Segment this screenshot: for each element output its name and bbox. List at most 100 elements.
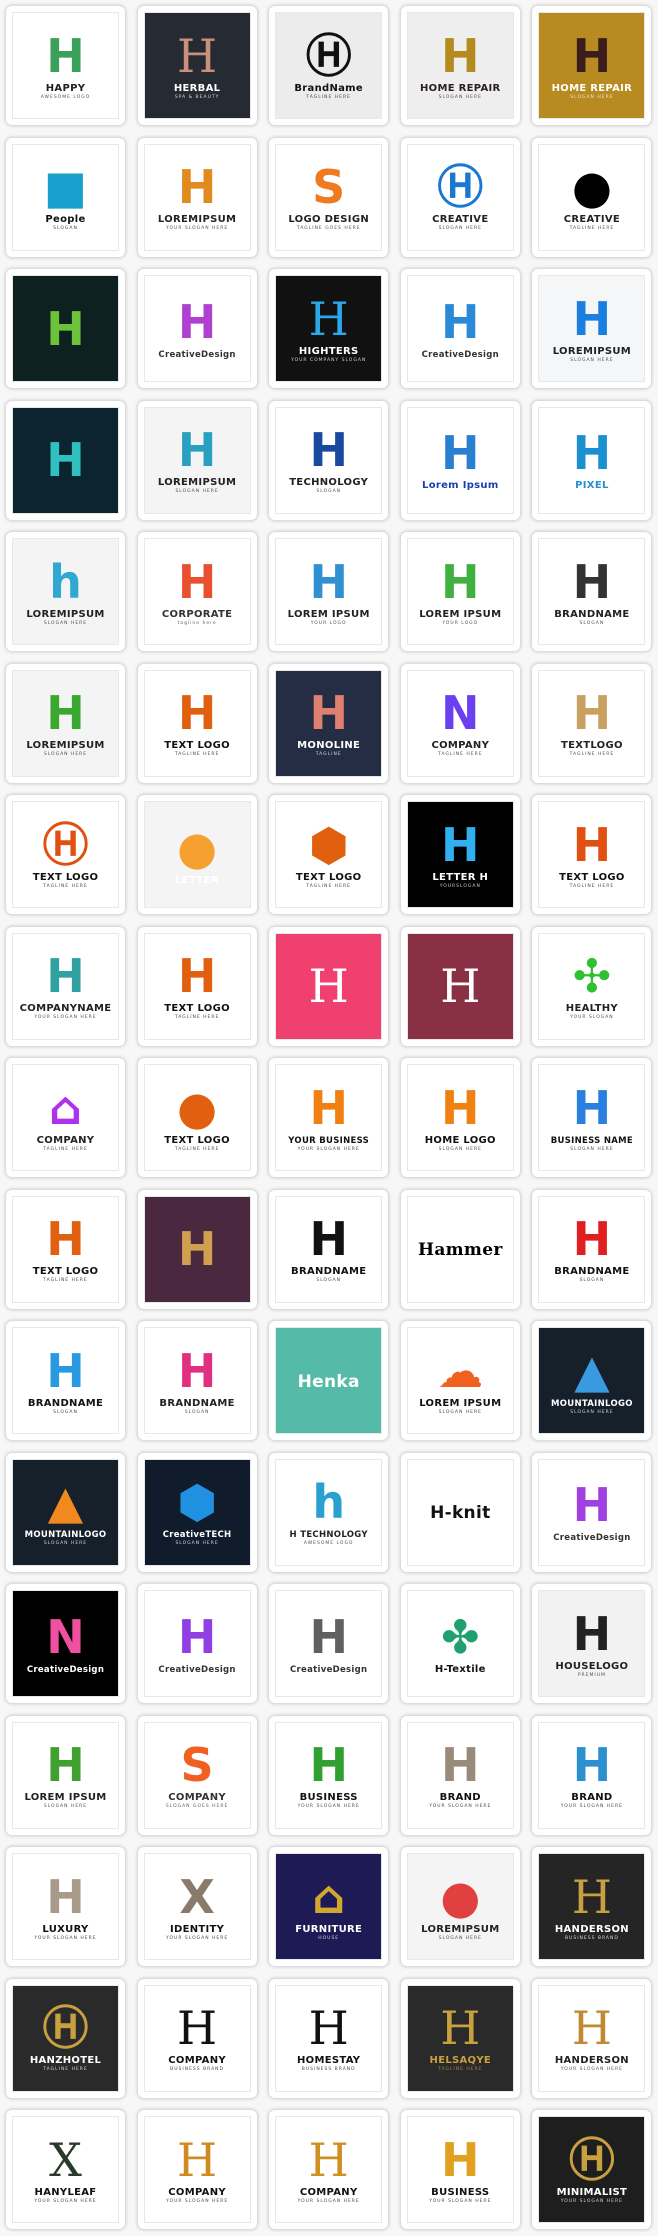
logo-tagline: SLOGAN bbox=[316, 489, 342, 494]
logo-card[interactable]: H LOREM IPSUM YOUR LOGO bbox=[400, 532, 520, 651]
logo-card[interactable]: H LOREMIPSUM SLOGAN HERE bbox=[6, 663, 125, 783]
logo-card[interactable]: H TEXT LOGO TAGLINE HERE bbox=[532, 795, 652, 914]
logo-card[interactable]: H BRANDNAME SLOGAN bbox=[6, 1321, 125, 1440]
logo-card[interactable]: H bbox=[6, 400, 125, 520]
logo-card[interactable]: Ⓗ MINIMALIST YOUR SLOGAN HERE bbox=[532, 2110, 652, 2229]
logo-card[interactable]: H TECHNOLOGY SLOGAN bbox=[269, 400, 389, 520]
logo-card[interactable]: H BRANDNAME SLOGAN bbox=[532, 532, 652, 651]
logo-tagline: BUSINESS BRAND bbox=[301, 2067, 356, 2072]
logo-card[interactable]: H HAPPY AWESOME LOGO bbox=[6, 6, 125, 125]
logo-mark-icon: H bbox=[309, 554, 348, 609]
logo-card[interactable]: H HOME LOGO SLOGAN HERE bbox=[400, 1058, 520, 1177]
logo-card[interactable]: H COMPANY YOUR SLOGAN HERE bbox=[137, 2110, 257, 2229]
logo-card[interactable]: H BUSINESS YOUR SLOGAN HERE bbox=[269, 1715, 389, 1835]
logo-card[interactable]: H LOREMIPSUM SLOGAN HERE bbox=[532, 269, 652, 388]
logo-card[interactable]: H LOREM IPSUM YOUR LOGO bbox=[269, 532, 389, 651]
logo-card[interactable]: ⬢ TEXT LOGO TAGLINE HERE bbox=[269, 795, 389, 914]
logo-card[interactable]: hH TECHNOLOGY AWESOME LOGO bbox=[269, 1452, 389, 1572]
logo-card[interactable]: H HANDERSON BUSINESS BRAND bbox=[532, 1847, 652, 1966]
logo-card[interactable]: ⌂ COMPANY TAGLINE HERE bbox=[6, 1058, 125, 1177]
logo-card[interactable]: H CreativeDesign bbox=[269, 1584, 389, 1703]
logo-card[interactable]: H LOREM IPSUM SLOGAN HERE bbox=[6, 1715, 125, 1835]
logo-card[interactable]: Hammer bbox=[400, 1189, 520, 1309]
logo-card[interactable]: H HOUSELOGO PREMIUM bbox=[532, 1584, 652, 1703]
logo-card[interactable]: ▲ MOUNTAINLOGO SLOGAN HERE bbox=[6, 1452, 125, 1572]
logo-card[interactable]: Ⓗ TEXT LOGO TAGLINE HERE bbox=[6, 795, 125, 914]
logo-title: MINIMALIST bbox=[556, 2186, 628, 2198]
logo-card[interactable]: ● LOREMIPSUM SLOGAN HERE bbox=[400, 1847, 520, 1966]
logo-card[interactable]: H BRANDNAME SLOGAN bbox=[137, 1321, 257, 1440]
logo-card[interactable]: Ⓗ BrandName TAGLINE HERE bbox=[269, 6, 389, 125]
logo-card[interactable]: ● LETTER bbox=[137, 795, 257, 914]
logo-card[interactable]: ● CREATIVE TAGLINE HERE bbox=[532, 137, 652, 257]
logo-card[interactable]: H MONOLINE TAGLINE bbox=[269, 663, 389, 783]
logo-card[interactable]: Ⓗ CREATIVE SLOGAN HERE bbox=[400, 137, 520, 257]
logo-card[interactable]: ⌂ FURNITURE HOUSE bbox=[269, 1847, 389, 1966]
logo-card[interactable]: H BUSINESS NAME SLOGAN HERE bbox=[532, 1058, 652, 1177]
logo-card[interactable]: N CreativeDesign bbox=[6, 1584, 125, 1703]
logo-card[interactable]: X IDENTITY YOUR SLOGAN HERE bbox=[137, 1847, 257, 1966]
logo-card[interactable]: H PIXEL bbox=[532, 400, 652, 520]
logo-card[interactable]: H bbox=[137, 1189, 257, 1309]
logo-image: ■ People SLOGAN bbox=[12, 143, 119, 251]
logo-image: H BRAND YOUR SLOGAN HERE bbox=[406, 1721, 514, 1829]
logo-card[interactable]: H LETTER H YOURSLOGAN bbox=[400, 795, 520, 914]
logo-card[interactable]: H BUSINESS YOUR SLOGAN HERE bbox=[400, 2110, 520, 2229]
logo-card[interactable]: H HELSAQYE TAGLINE HERE bbox=[400, 1978, 520, 2098]
logo-card[interactable]: H CreativeDesign bbox=[532, 1452, 652, 1572]
logo-card[interactable]: H bbox=[400, 926, 520, 1046]
logo-tagline: TAGLINE HERE bbox=[174, 1015, 220, 1020]
logo-card[interactable]: H COMPANYNAME YOUR SLOGAN HERE bbox=[6, 926, 125, 1046]
logo-card[interactable]: ⬢ CreativeTECH SLOGAN HERE bbox=[137, 1452, 257, 1572]
logo-card[interactable]: S LOGO DESIGN TAGLINE GOES HERE bbox=[269, 137, 389, 257]
logo-card[interactable]: ■ People SLOGAN bbox=[6, 137, 125, 257]
logo-card[interactable]: N COMPANY TAGLINE HERE bbox=[400, 663, 520, 783]
logo-card[interactable]: H LOREMIPSUM YOUR SLOGAN HERE bbox=[137, 137, 257, 257]
logo-title: TEXT LOGO bbox=[32, 871, 99, 883]
logo-card[interactable]: H bbox=[269, 926, 389, 1046]
logo-card[interactable]: H CORPORATE tagline here bbox=[137, 532, 257, 651]
logo-card[interactable]: H BRAND YOUR SLOGAN HERE bbox=[532, 1715, 652, 1835]
logo-card[interactable]: ✣ HEALTHY YOUR SLOGAN bbox=[532, 926, 652, 1046]
logo-card[interactable]: S COMPANY SLOGAN GOES HERE bbox=[137, 1715, 257, 1835]
logo-card[interactable]: H YOUR BUSINESS YOUR SLOGAN HERE bbox=[269, 1058, 389, 1177]
logo-card[interactable]: H-knit bbox=[400, 1452, 520, 1572]
logo-card[interactable]: H HANDERSON YOUR SLOGAN HERE bbox=[532, 1978, 652, 2098]
logo-mark-icon: H bbox=[177, 160, 217, 214]
logo-card[interactable]: H BRAND YOUR SLOGAN HERE bbox=[400, 1715, 520, 1835]
logo-card[interactable]: Henka bbox=[269, 1321, 389, 1440]
logo-card[interactable]: H HERBAL SPA & BEAUTY bbox=[137, 6, 257, 125]
logo-title: CREATIVE bbox=[563, 214, 621, 225]
logo-image: ▲ MOUNTAINLOGO SLOGAN HERE bbox=[538, 1327, 646, 1434]
logo-card[interactable]: H COMPANY BUSINESS BRAND bbox=[137, 1978, 257, 2098]
logo-card[interactable]: h LOREMIPSUM SLOGAN HERE bbox=[6, 532, 125, 651]
logo-tagline: YOUR SLOGAN HERE bbox=[297, 2198, 360, 2204]
logo-card[interactable]: H CreativeDesign bbox=[137, 1584, 257, 1703]
logo-card[interactable]: H COMPANY YOUR SLOGAN HERE bbox=[269, 2110, 389, 2229]
logo-card[interactable]: H BRANDNAME SLOGAN bbox=[269, 1189, 389, 1309]
logo-card[interactable]: H CreativeDesign bbox=[400, 269, 520, 388]
logo-card[interactable]: H TEXTLOGO TAGLINE HERE bbox=[532, 663, 652, 783]
logo-card[interactable]: H HOME REPAIR SLOGAN HERE bbox=[400, 6, 520, 125]
logo-card[interactable]: ● TEXT LOGO TAGLINE HERE bbox=[137, 1058, 257, 1177]
logo-card[interactable]: X HANYLEAF YOUR SLOGAN HERE bbox=[6, 2110, 125, 2229]
logo-tagline: SLOGAN bbox=[579, 1278, 605, 1283]
logo-card[interactable]: H TEXT LOGO TAGLINE HERE bbox=[137, 926, 257, 1046]
logo-card[interactable]: H bbox=[6, 269, 125, 388]
logo-card[interactable]: Ⓗ HANZHOTEL TAGLINE HERE bbox=[6, 1978, 125, 2098]
logo-card[interactable]: ▲ MOUNTAINLOGO SLOGAN HERE bbox=[532, 1321, 652, 1440]
logo-card[interactable]: H CreativeDesign bbox=[137, 269, 257, 388]
logo-card[interactable]: H LUXURY YOUR SLOGAN HERE bbox=[6, 1847, 125, 1966]
logo-tagline: AWESOME LOGO bbox=[303, 1541, 354, 1546]
logo-card[interactable]: ✤ H-Textile bbox=[400, 1584, 520, 1703]
logo-card[interactable]: H TEXT LOGO TAGLINE HERE bbox=[137, 663, 257, 783]
logo-card[interactable]: H BRANDNAME SLOGAN bbox=[532, 1189, 652, 1309]
logo-card[interactable]: H Lorem Ipsum bbox=[400, 400, 520, 520]
logo-card[interactable]: ☁ LOREM IPSUM SLOGAN HERE bbox=[400, 1321, 520, 1440]
logo-card[interactable]: H HOME REPAIR SLOGAN HERE bbox=[532, 6, 652, 125]
logo-card[interactable]: H TEXT LOGO TAGLINE HERE bbox=[6, 1189, 125, 1309]
logo-image: ● LETTER bbox=[143, 801, 251, 908]
logo-card[interactable]: H HOMESTAY BUSINESS BRAND bbox=[269, 1978, 389, 2098]
logo-card[interactable]: H HIGHTERS YOUR COMPANY SLOGAN bbox=[269, 269, 389, 388]
logo-card[interactable]: H LOREMIPSUM SLOGAN HERE bbox=[137, 400, 257, 520]
